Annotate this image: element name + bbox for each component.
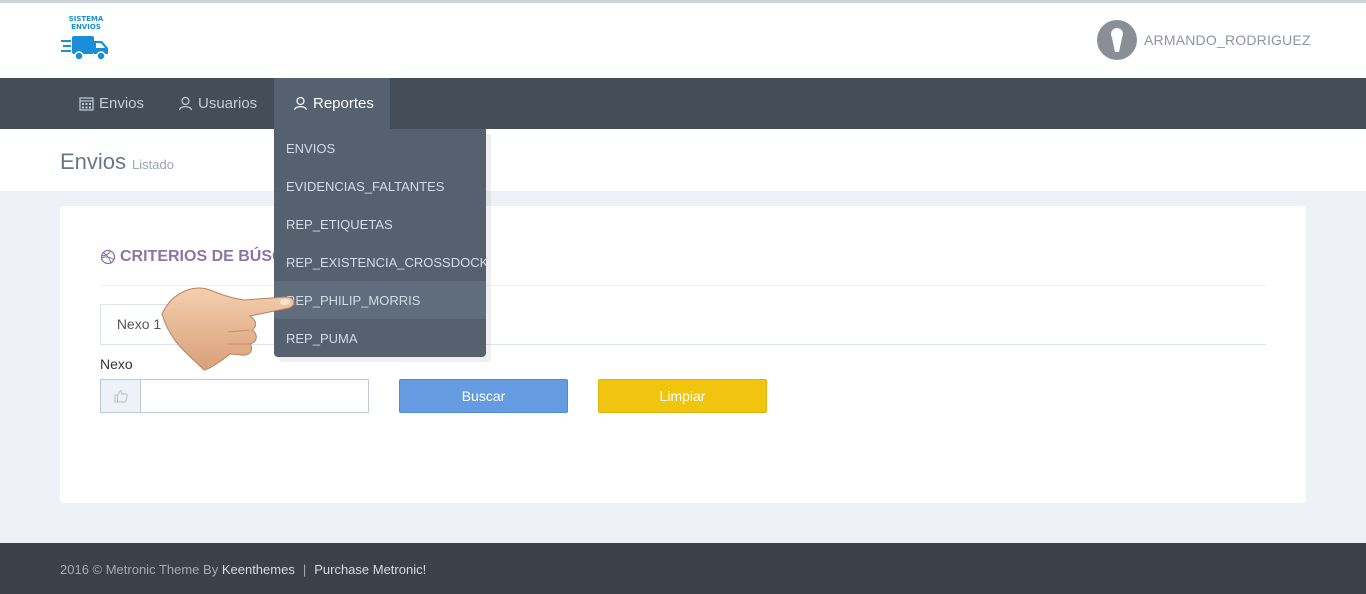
user-icon bbox=[293, 96, 308, 111]
nav-item-label: Reportes bbox=[313, 95, 374, 112]
footer-copyright: 2016 © Metronic Theme By Keenthemes | Pu… bbox=[60, 562, 426, 577]
logo-text: SISTEMA ENVIOS bbox=[60, 15, 112, 31]
nav-item-label: Envios bbox=[99, 95, 145, 112]
page-head: Envios Listado bbox=[0, 129, 1366, 191]
menu-item-rep-puma[interactable]: REP_PUMA bbox=[274, 319, 486, 357]
footer-text: 2016 © Metronic Theme By bbox=[60, 562, 219, 577]
page-title: Envios bbox=[60, 149, 127, 174]
purchase-metronic-link[interactable]: Purchase Metronic! bbox=[314, 562, 426, 577]
menu-item-rep-existencia-crossdock[interactable]: REP_EXISTENCIA_CROSSDOCK bbox=[274, 243, 488, 281]
menu-item-rep-philip-morris[interactable]: REP_PHILIP_MORRIS bbox=[274, 281, 486, 319]
nav-item-reportes[interactable]: Reportes bbox=[274, 78, 390, 129]
buscar-button[interactable]: Buscar bbox=[399, 379, 568, 413]
nexo-label: Nexo bbox=[100, 356, 133, 372]
thumbs-up-icon bbox=[114, 389, 128, 403]
menu-item-rep-etiquetas[interactable]: REP_ETIQUETAS bbox=[274, 205, 486, 243]
calendar-icon bbox=[79, 97, 94, 111]
main-navbar: Envios Usuarios Reportes bbox=[0, 78, 1366, 129]
nexo-input-group bbox=[100, 379, 369, 413]
user-silhouette-icon bbox=[1111, 28, 1123, 52]
user-icon bbox=[178, 96, 193, 111]
nav-item-envios[interactable]: Envios bbox=[79, 78, 144, 129]
input-addon bbox=[100, 379, 140, 413]
menu-item-envios[interactable]: ENVIOS bbox=[274, 129, 486, 167]
footer-separator: | bbox=[302, 562, 307, 577]
nexo-input[interactable] bbox=[140, 379, 369, 413]
keenthemes-link[interactable]: Keenthemes bbox=[222, 562, 295, 577]
limpiar-button[interactable]: Limpiar bbox=[598, 379, 767, 413]
page-footer: 2016 © Metronic Theme By Keenthemes | Pu… bbox=[0, 543, 1366, 594]
pointing-hand-icon bbox=[161, 287, 295, 371]
truck-icon bbox=[61, 36, 108, 61]
dribbble-icon bbox=[100, 249, 116, 265]
page-header: SISTEMA ENVIOS ARMANDO_RODRIGUEZ bbox=[0, 3, 1366, 78]
nav-item-label: Usuarios bbox=[198, 95, 258, 112]
username: ARMANDO_RODRIGUEZ bbox=[1144, 32, 1311, 48]
logo-line-1: SISTEMA bbox=[68, 15, 104, 23]
user-menu[interactable]: ARMANDO_RODRIGUEZ bbox=[1097, 20, 1311, 60]
menu-item-evidencias-faltantes[interactable]: EVIDENCIAS_FALTANTES bbox=[274, 167, 486, 205]
page-subtitle: Listado bbox=[132, 157, 174, 172]
reportes-dropdown: ENVIOS EVIDENCIAS_FALTANTES REP_ETIQUETA… bbox=[274, 129, 488, 357]
logo[interactable]: SISTEMA ENVIOS bbox=[60, 14, 112, 64]
nav-item-usuarios[interactable]: Usuarios bbox=[178, 78, 257, 129]
avatar bbox=[1097, 20, 1137, 60]
